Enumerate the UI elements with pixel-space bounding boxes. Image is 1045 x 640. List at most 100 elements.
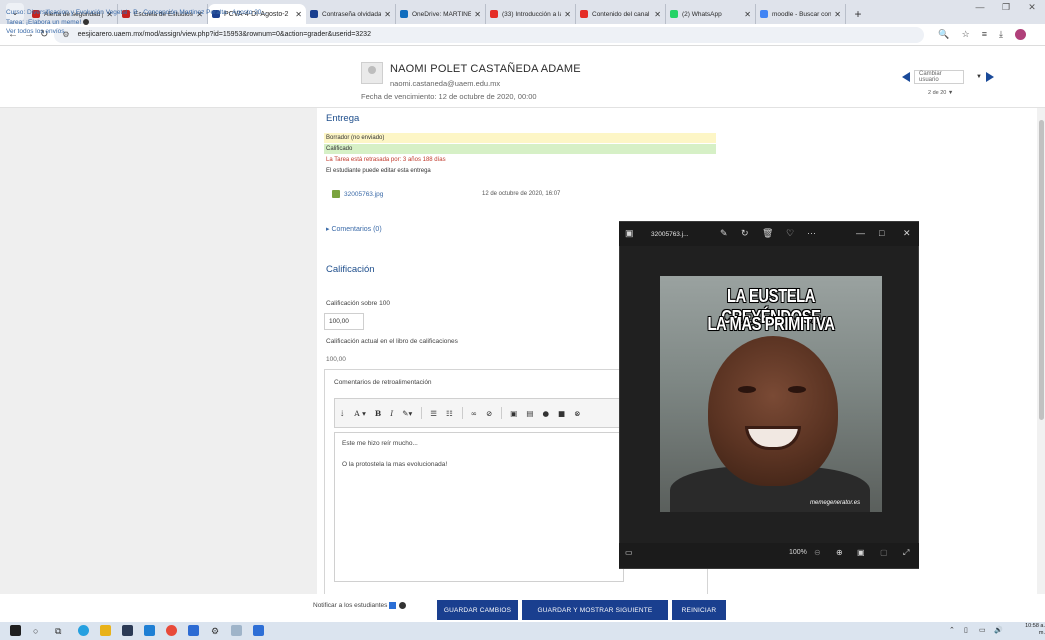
actual-size-icon[interactable]: ▢ [880,548,888,557]
delete-icon[interactable]: 🗑 [762,228,773,239]
filter-dropdown-icon[interactable]: ▼ [976,74,982,80]
close-tab-icon[interactable]: ✕ [834,10,841,19]
fullscreen-icon[interactable]: ⤢ [903,548,909,558]
help-icon[interactable] [399,602,407,609]
minimize-icon[interactable]: — [967,2,993,13]
chrome-taskbar-icon[interactable] [166,625,177,636]
browser-tab[interactable]: OneDrive: MARTINEZ ✕ [396,4,486,24]
comments-toggle[interactable]: ▸ Comentarios (0) [326,225,382,233]
file-name-link[interactable]: 32005763.jpg [344,191,383,198]
media-icon[interactable]: ▤ [526,409,533,418]
save-and-next-button[interactable]: GUARDAR Y MOSTRAR SIGUIENTE [522,600,668,620]
toolbar-toggle-icon[interactable]: ⇣ [339,409,345,418]
close-tab-icon[interactable]: ✕ [564,10,571,19]
browser-tab[interactable]: Contraseña olvidada ✕ [306,4,396,24]
address-actions: 🔍 ☆ ≡ ⤓ [938,29,1038,40]
settings-gear-icon[interactable] [83,18,90,25]
student-name[interactable]: NAOMI POLET CASTAÑEDA ADAME [390,63,581,75]
file-explorer-taskbar-icon[interactable] [100,625,111,636]
feedback-editor[interactable] [334,432,624,582]
view-all-submissions-link[interactable]: Ver todos los envíos [6,27,267,37]
italic-icon[interactable]: I [390,409,393,418]
filmstrip-icon[interactable]: ▭ [625,548,633,557]
close-window-icon[interactable]: ✕ [1019,2,1045,13]
browser-tab[interactable]: moodle - Buscar con ✕ [756,4,846,24]
photos-app-taskbar-icon[interactable] [253,625,264,636]
zoom-icon[interactable]: 🔍 [938,29,949,40]
photos-taskbar-icon[interactable] [188,625,199,636]
bold-icon[interactable]: B [375,409,381,418]
zoom-in-icon[interactable]: ⊕ [836,548,843,557]
grade-input[interactable]: 100,00 [324,313,364,330]
student-avatar [361,62,383,84]
user-position-count: 2 de 20 ▼ [928,90,954,96]
numbered-list-icon[interactable]: ☷ [446,409,453,418]
manage-files-icon[interactable]: ⊗ [574,409,580,418]
windows-start-icon[interactable] [10,625,21,636]
edit-image-icon[interactable]: ✎ [720,228,728,239]
submitted-file[interactable]: 32005763.jpg [332,190,383,198]
app-taskbar-icon[interactable] [231,625,242,636]
close-tab-icon[interactable]: ✕ [654,10,661,19]
next-user-icon[interactable] [985,72,994,82]
grade-out-of-label: Calificación sobre 100 [326,300,390,307]
network-icon[interactable]: ▭ [979,626,986,634]
notify-checkbox[interactable] [389,602,397,609]
restore-icon[interactable]: ❐ [993,2,1019,13]
rotate-icon[interactable]: ↻ [741,228,749,239]
viewer-maximize-icon[interactable]: □ [879,228,884,238]
viewer-minimize-icon[interactable]: — [856,228,865,238]
bookmark-star-icon[interactable]: ☆ [962,29,970,40]
edit-permission-note: El estudiante puede editar esta entrega [326,168,431,174]
edge-taskbar-icon[interactable] [78,625,89,636]
user-switcher: Cambiar usuario ▼ [902,70,994,84]
meme-caption-line-2: LA MAS PRIMITIVA [707,314,835,334]
taskbar-search-icon[interactable]: ○ [33,626,38,636]
font-size-icon[interactable]: A ▾ [354,409,366,418]
viewer-close-icon[interactable]: ✕ [903,228,911,239]
bullet-list-icon[interactable]: ☰ [430,409,437,418]
more-options-icon[interactable]: ··· [807,228,816,238]
link-icon[interactable]: ∞ [471,409,477,418]
notify-students[interactable]: Notificar a los estudiantes [313,602,407,609]
scrollbar-thumb[interactable] [1039,120,1044,420]
meme-watermark: memegenerator.es [810,500,861,506]
close-tab-icon[interactable]: ✕ [744,10,751,19]
task-view-icon[interactable]: ⧉ [55,626,61,637]
zoom-out-icon[interactable]: ⊖ [814,548,821,557]
reset-button[interactable]: REINICIAR [672,600,726,620]
text-color-icon[interactable]: ✎▾ [402,409,412,418]
close-tab-icon[interactable]: ✕ [295,10,302,19]
fit-screen-icon[interactable]: ▣ [857,548,865,557]
change-user-select[interactable]: Cambiar usuario [914,70,964,84]
image-icon[interactable]: ▣ [510,409,517,418]
gradebook-label: Calificación actual en el libro de calif… [326,338,458,345]
favorite-icon[interactable]: ♡ [786,228,794,239]
download-icon[interactable]: ⤓ [999,29,1003,40]
tray-overflow-icon[interactable]: ⌃ [949,626,955,634]
status-graded: Calificado [324,144,716,154]
record-video-icon[interactable]: ■ [558,409,565,418]
unlink-icon[interactable]: ⊘ [486,409,492,418]
store-taskbar-icon[interactable] [122,625,133,636]
new-tab-icon[interactable]: + [850,4,866,24]
assignment-link[interactable]: Tarea: ¡Elabora un meme! [6,19,81,26]
browser-tab[interactable]: (33) Introducción a la ✕ [486,4,576,24]
reading-list-icon[interactable]: ≡ [982,29,987,40]
volume-icon[interactable]: 🔊 [994,626,1003,634]
profile-avatar-icon[interactable] [1014,29,1026,40]
browser-tab[interactable]: Contenido del canal ✕ [576,4,666,24]
close-tab-icon[interactable]: ✕ [474,10,481,19]
close-tab-icon[interactable]: ✕ [384,10,391,19]
previous-user-icon[interactable] [902,72,910,82]
browser-tab[interactable]: (2) WhatsApp ✕ [666,4,756,24]
tab-title: OneDrive: MARTINEZ [412,10,472,18]
course-link[interactable]: Curso: Diversificacion y Evolución Veget… [6,8,267,18]
filter-icon[interactable]: ▼ [948,90,953,96]
mail-taskbar-icon[interactable] [144,625,155,636]
taskbar-clock[interactable]: 10:58 a. m. [1018,623,1045,637]
battery-icon[interactable]: ▯ [964,626,968,634]
settings-taskbar-icon[interactable]: ⚙ [211,626,219,637]
record-audio-icon[interactable]: ● [542,409,549,418]
save-changes-button[interactable]: GUARDAR CAMBIOS [437,600,518,620]
